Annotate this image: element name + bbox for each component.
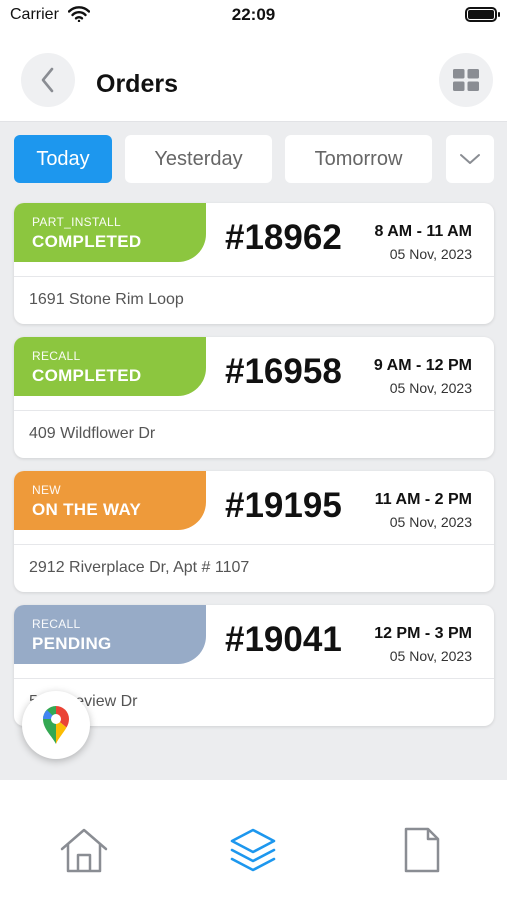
- header: Orders: [0, 32, 507, 122]
- order-type: RECALL: [32, 349, 81, 363]
- chevron-left-icon: [41, 67, 54, 93]
- battery-icon: [465, 7, 500, 22]
- order-type: PART_INSTALL: [32, 215, 121, 229]
- time-slot: 11 AM - 2 PM: [374, 491, 472, 508]
- order-address: 409 Wildflower Dr: [29, 425, 156, 442]
- order-number: #19041: [225, 620, 342, 659]
- status-badge: NEW ON THE WAY: [14, 471, 206, 530]
- time-slot: 12 PM - 3 PM: [374, 625, 472, 642]
- order-address: 1691 Stone Rim Loop: [29, 291, 184, 308]
- time-slot: 8 AM - 11 AM: [374, 223, 473, 240]
- status-badge: RECALL PENDING: [14, 605, 206, 664]
- tab-yesterday[interactable]: Yesterday: [125, 135, 272, 183]
- map-pin-icon: [43, 706, 69, 744]
- status-badge: RECALL COMPLETED: [14, 337, 206, 396]
- nav-orders[interactable]: [227, 824, 279, 876]
- time-slot: 9 AM - 12 PM: [373, 357, 472, 374]
- grid-icon: [453, 69, 479, 91]
- order-status: COMPLETED: [32, 232, 142, 251]
- order-date: 05 Nov, 2023: [389, 648, 472, 664]
- nav-documents[interactable]: [396, 824, 448, 876]
- date-filter-tabs: Today Yesterday Tomorrow: [14, 135, 494, 183]
- order-number: #19195: [225, 486, 342, 525]
- status-bar: Carrier 22:09: [0, 0, 507, 32]
- tab-tomorrow[interactable]: Tomorrow: [285, 135, 432, 183]
- order-card[interactable]: NEW ON THE WAY #19195 11 AM - 2 PM 05 No…: [14, 471, 494, 592]
- order-status: COMPLETED: [32, 366, 142, 385]
- order-date: 05 Nov, 2023: [389, 246, 472, 262]
- page-title: Orders: [96, 70, 178, 98]
- order-number: #18962: [225, 218, 342, 257]
- orders-list-area[interactable]: Today Yesterday Tomorrow PART_INSTALL CO…: [0, 122, 507, 780]
- bottom-navigation: [0, 780, 507, 900]
- tab-today[interactable]: Today: [14, 135, 112, 183]
- divider: [14, 410, 494, 411]
- status-badge: PART_INSTALL COMPLETED: [14, 203, 206, 262]
- home-icon: [60, 828, 108, 873]
- nav-home[interactable]: [58, 824, 110, 876]
- divider: [14, 276, 494, 277]
- maps-button[interactable]: [22, 691, 90, 759]
- back-button[interactable]: [21, 53, 75, 107]
- more-dates-button[interactable]: [446, 135, 494, 183]
- divider: [14, 678, 494, 679]
- chevron-down-icon: [460, 154, 480, 164]
- order-status: PENDING: [32, 634, 112, 653]
- order-date: 05 Nov, 2023: [389, 514, 472, 530]
- order-address: 2912 Riverplace Dr, Apt # 1107: [29, 559, 250, 576]
- view-toggle-button[interactable]: [439, 53, 493, 107]
- layers-icon: [230, 828, 276, 872]
- order-status: ON THE WAY: [32, 500, 142, 519]
- order-type: NEW: [32, 483, 61, 497]
- divider: [14, 544, 494, 545]
- order-number: #16958: [225, 352, 342, 391]
- order-type: RECALL: [32, 617, 81, 631]
- order-card[interactable]: RECALL COMPLETED #16958 9 AM - 12 PM 05 …: [14, 337, 494, 458]
- document-icon: [404, 827, 440, 873]
- order-card[interactable]: RECALL PENDING #19041 12 PM - 3 PM 05 No…: [14, 605, 494, 726]
- order-card[interactable]: PART_INSTALL COMPLETED #18962 8 AM - 11 …: [14, 203, 494, 324]
- order-date: 05 Nov, 2023: [389, 380, 472, 396]
- clock: 22:09: [231, 5, 276, 24]
